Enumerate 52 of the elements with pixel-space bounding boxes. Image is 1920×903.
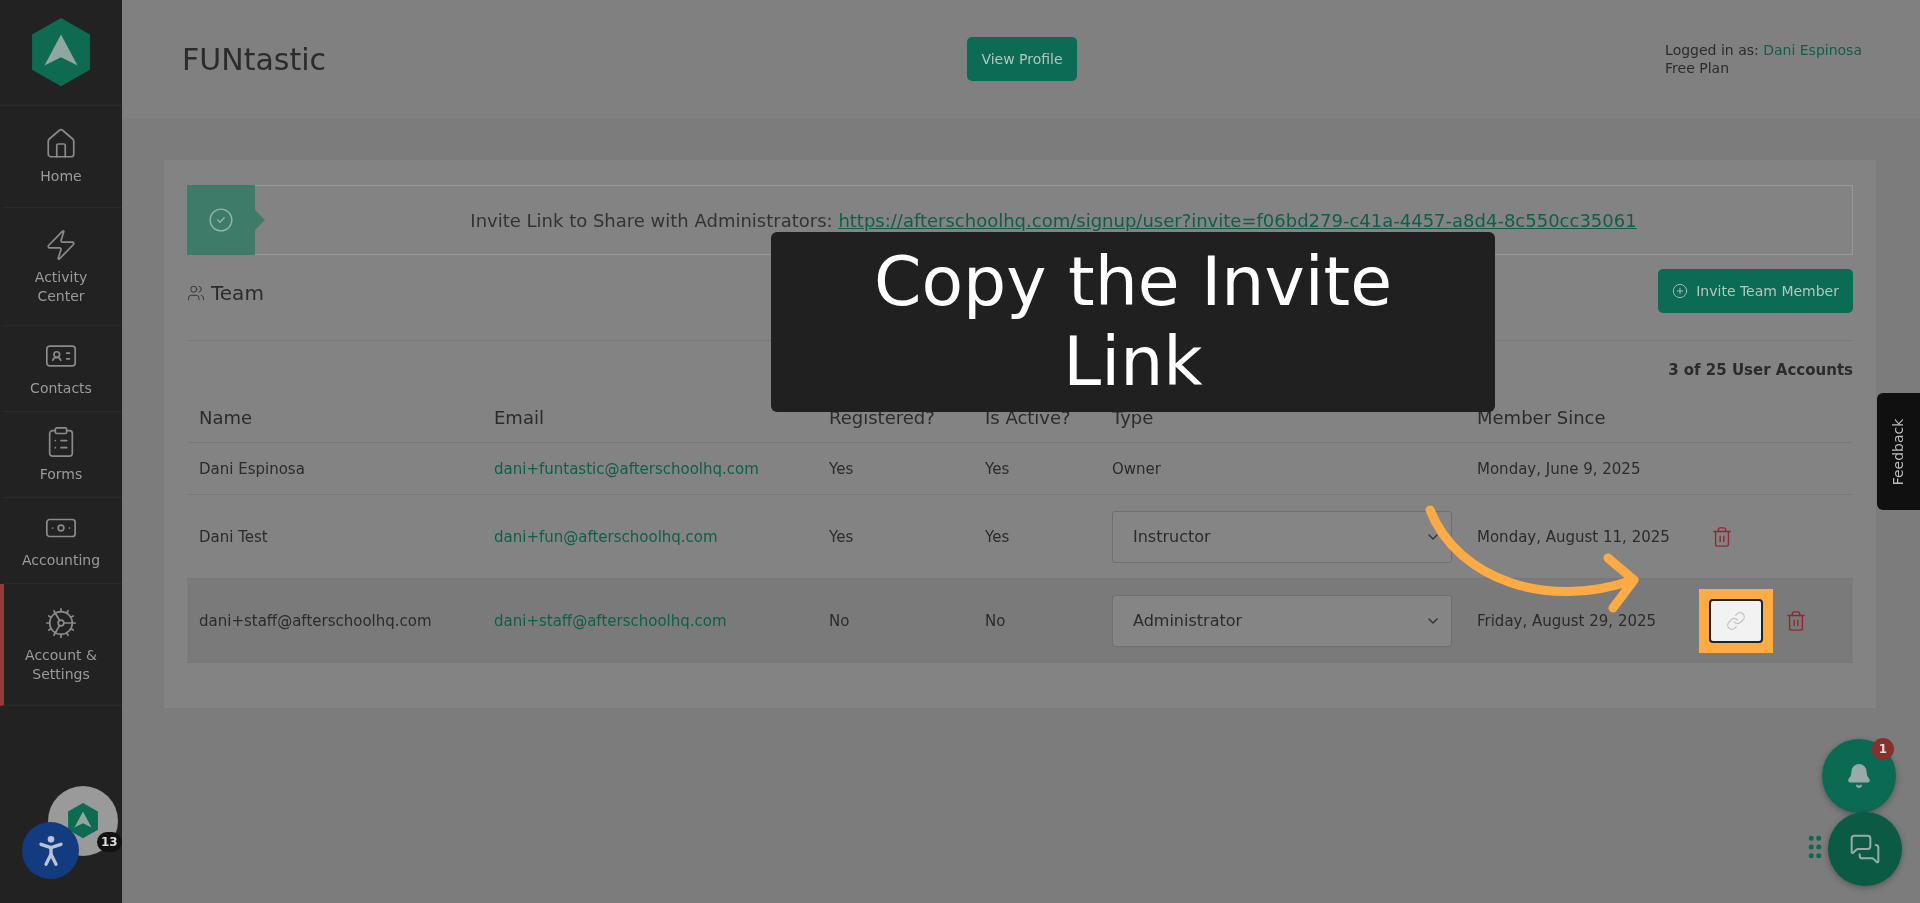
name-cell: Dani Test	[199, 527, 268, 546]
check-icon	[208, 207, 234, 233]
member-since-cell: Friday, August 29, 2025	[1477, 611, 1657, 630]
member-since-cell: Monday, August 11, 2025	[1477, 527, 1670, 546]
member-since-cell: Monday, June 9, 2025	[1477, 459, 1641, 478]
chat-icon	[1849, 833, 1881, 865]
plan-text: Free Plan	[1665, 60, 1731, 76]
tutorial-callout: Copy the Invite Link	[771, 232, 1495, 412]
name-cell: Dani Espinosa	[199, 459, 305, 478]
invite-text: Invite Link to Share with Administrators: https://afterschoolhq.com/signup/user?invite=f06bd279-c41a-4457-a8d4-8c550cc35061	[469, 209, 1638, 231]
sidebar-item[interactable]: Activity Center	[0, 208, 122, 326]
invite-team-member-button[interactable]: Invite Team Member	[1658, 268, 1853, 313]
email-link[interactable]: dani+funtastic@afterschoolhq.com	[494, 459, 759, 478]
notifications-button[interactable]	[1822, 739, 1896, 813]
column-header: Name	[187, 405, 482, 443]
feedback-tab[interactable]: Feedback	[1877, 393, 1920, 510]
plus-icon	[1672, 282, 1689, 299]
page-title: FUNtastic	[182, 41, 328, 77]
notification-badge: 1	[1872, 738, 1894, 760]
link-icon	[1726, 610, 1746, 631]
sidebar-item[interactable]: Account & Settings	[0, 584, 122, 706]
sidebar-item[interactable]: Accounting	[0, 498, 122, 584]
type-select[interactable]: Instructor	[1112, 510, 1452, 563]
registered-cell: Yes	[829, 527, 854, 546]
copy-link-button[interactable]	[1709, 598, 1763, 643]
registered-cell: No	[829, 611, 850, 630]
delete-icon[interactable]	[1711, 525, 1733, 548]
sidebar-item-icon	[44, 228, 78, 263]
type-cell: Owner	[1112, 459, 1161, 478]
name-cell: dani+staff@afterschoolhq.com	[199, 611, 432, 630]
type-select[interactable]: Administrator	[1112, 594, 1452, 647]
users-icon	[187, 283, 205, 302]
team-heading: Team	[211, 280, 264, 305]
sidebar-item-icon	[44, 606, 78, 641]
user-link[interactable]: Dani Espinosa	[1763, 42, 1862, 58]
delete-icon[interactable]	[1785, 609, 1807, 632]
sidebar-item[interactable]: Contacts	[0, 326, 122, 412]
active-cell: Yes	[985, 527, 1010, 546]
sidebar-item[interactable]: Home	[0, 106, 122, 208]
account-count: 3 of 25 User Accounts	[1668, 360, 1853, 381]
logged-in-text: Logged in as: Dani Espinosa	[1665, 42, 1862, 58]
view-profile-button[interactable]: View Profile	[967, 37, 1077, 81]
email-link[interactable]: dani+fun@afterschoolhq.com	[494, 527, 718, 546]
logo-icon	[67, 803, 99, 839]
registered-cell: Yes	[829, 459, 854, 478]
chat-button[interactable]	[1828, 812, 1902, 886]
invite-link[interactable]: https://afterschoolhq.com/signup/user?invite=f06bd279-c41a-4457-a8d4-8c550cc35061	[838, 209, 1637, 231]
active-cell: No	[985, 611, 1006, 630]
sidebar-item[interactable]: Forms	[0, 412, 122, 498]
active-cell: Yes	[985, 459, 1010, 478]
logo-icon	[30, 18, 92, 87]
bell-icon	[1846, 763, 1872, 789]
